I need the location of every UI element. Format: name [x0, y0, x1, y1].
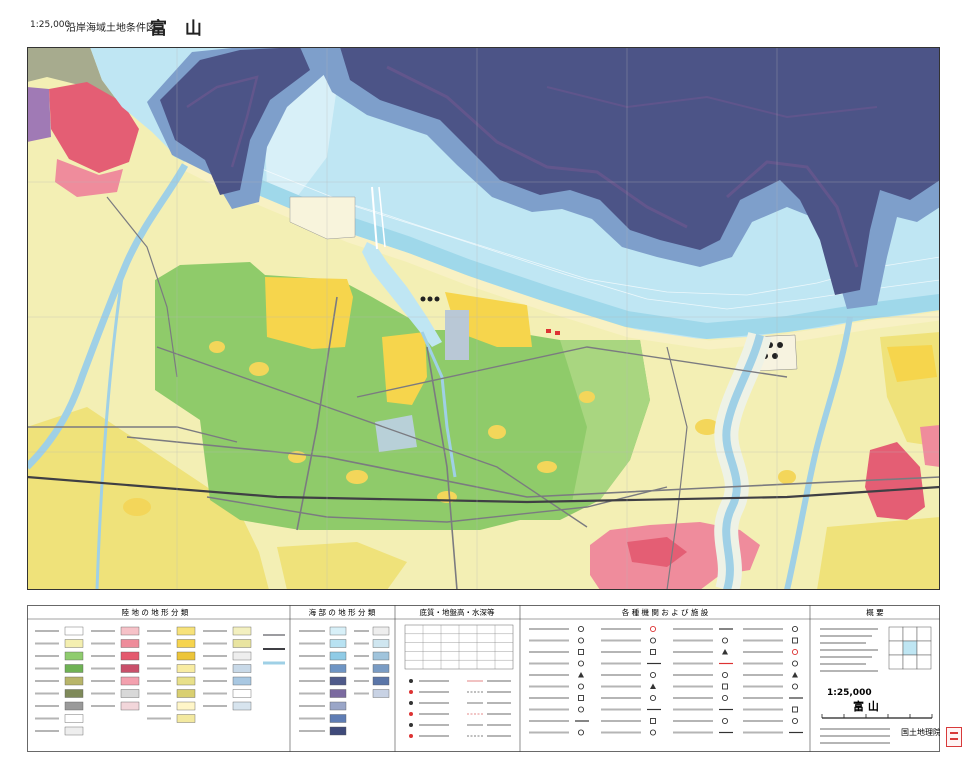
- land-legend-swatch: [176, 689, 196, 698]
- sea-legend-swatch: [372, 664, 390, 673]
- land-legend-swatch: [120, 651, 140, 661]
- overview-publisher: 国土地理院: [901, 727, 940, 737]
- legend-title-land-landform: 陸 地 の 地 形 分 類: [122, 607, 189, 617]
- oil-tank: [427, 296, 433, 302]
- index-map-cell: [916, 640, 932, 656]
- land-legend-swatch: [232, 689, 252, 698]
- land-legend-swatch: [232, 701, 252, 711]
- map-scale-label: 1:25,000: [30, 20, 71, 30]
- lowland-area-southeast: [817, 517, 940, 590]
- sea-legend-swatch: [372, 689, 390, 698]
- map-sheet-name: 富 山: [150, 19, 208, 39]
- sea-legend-swatch: [329, 639, 347, 648]
- sea-legend-swatch: [372, 626, 390, 636]
- sea-legend-swatch: [329, 689, 347, 698]
- land-legend-swatch: [64, 639, 84, 648]
- factory-marker: [555, 331, 560, 335]
- legend-title-overview: 概 要: [866, 607, 884, 617]
- legend-title-sea-landform: 海 部 の 地 形 分 類: [309, 607, 376, 617]
- index-map-cell: [916, 654, 932, 670]
- sea-legend-swatch: [372, 639, 390, 648]
- land-legend-swatch: [232, 626, 252, 636]
- sea-legend-swatch: [329, 701, 347, 711]
- land-legend-swatch: [176, 676, 196, 686]
- land-legend-swatch: [232, 676, 252, 686]
- yellow-patch: [346, 470, 368, 484]
- index-map-cell: [916, 626, 932, 642]
- oil-tank: [420, 296, 426, 302]
- land-legend-swatch: [64, 676, 84, 686]
- sea-legend-swatch: [372, 676, 390, 686]
- sediment-symbol: [409, 734, 413, 738]
- sediment-symbol: [409, 701, 413, 705]
- land-legend-swatch: [176, 714, 196, 723]
- sediment-symbol: [409, 690, 413, 694]
- index-map-cell: [902, 626, 918, 642]
- land-legend-swatch: [232, 664, 252, 673]
- urban-area-northwest-purple: [27, 87, 51, 142]
- overview-sheet-name: 富 山: [853, 699, 879, 713]
- sea-legend-swatch: [329, 676, 347, 686]
- yellow-patch: [579, 391, 595, 403]
- yellow-patch: [209, 341, 225, 353]
- land-legend-swatch: [176, 626, 196, 636]
- index-map-cell: [888, 626, 904, 642]
- sea-legend-swatch: [329, 664, 347, 673]
- land-legend-swatch: [64, 701, 84, 711]
- legend-panel: 陸 地 の 地 形 分 類 海 部 の 地 形 分 類 底質・地盤高・水深等 各…: [27, 605, 940, 752]
- index-map-cell: [888, 654, 904, 670]
- map-series-title: 沿岸海域土地条件図: [66, 23, 156, 34]
- land-legend-swatch: [232, 651, 252, 661]
- yellow-patch: [537, 461, 557, 473]
- land-legend-swatch: [232, 639, 252, 648]
- land-legend-swatch: [176, 701, 196, 711]
- land-legend-swatch: [120, 689, 140, 698]
- land-legend-swatch: [120, 676, 140, 686]
- land-legend-swatch: [176, 639, 196, 648]
- land-legend-swatch: [120, 639, 140, 648]
- legend-title-sediment-depth: 底質・地盤高・水深等: [420, 607, 495, 617]
- land-legend-swatch: [120, 701, 140, 711]
- oil-tank: [434, 296, 440, 302]
- land-legend-swatch: [64, 689, 84, 698]
- land-legend-swatch: [64, 651, 84, 661]
- yellow-patch: [249, 362, 269, 376]
- overview-scale-label: 1:25,000: [827, 688, 872, 698]
- yellow-area-large: [265, 277, 353, 349]
- sediment-symbol: [409, 723, 413, 727]
- sea-legend-swatch: [372, 651, 390, 661]
- yellow-patch: [778, 470, 796, 484]
- sediment-symbol: [409, 679, 413, 683]
- index-map-cell: [888, 640, 904, 656]
- land-legend-swatch: [120, 664, 140, 673]
- red-stamp-seal: [946, 727, 962, 747]
- land-legend-swatch: [64, 626, 84, 636]
- map-canvas[interactable]: [27, 47, 940, 590]
- land-legend-swatch: [120, 626, 140, 636]
- sea-legend-swatch: [329, 651, 347, 661]
- industrial-patch: [445, 310, 469, 360]
- land-legend-swatch: [176, 651, 196, 661]
- yellow-patch: [123, 498, 151, 516]
- sea-legend-swatch: [329, 714, 347, 723]
- land-legend-swatch: [64, 664, 84, 673]
- factory-marker: [546, 329, 551, 333]
- legend-title-facilities: 各 種 機 関 お よ び 施 設: [622, 607, 709, 617]
- yellow-patch: [488, 425, 506, 439]
- sediment-symbol: [409, 712, 413, 716]
- land-legend-swatch: [64, 726, 84, 736]
- index-map-cell: [902, 640, 918, 656]
- sea-legend-swatch: [329, 626, 347, 636]
- legend-frame: [27, 605, 940, 752]
- land-legend-swatch: [64, 714, 84, 723]
- sea-legend-swatch: [329, 726, 347, 736]
- stamp-mark: [950, 738, 958, 740]
- stamp-mark: [950, 732, 958, 734]
- land-legend-swatch: [176, 664, 196, 673]
- index-map-cell: [902, 654, 918, 670]
- oil-tank: [777, 342, 783, 348]
